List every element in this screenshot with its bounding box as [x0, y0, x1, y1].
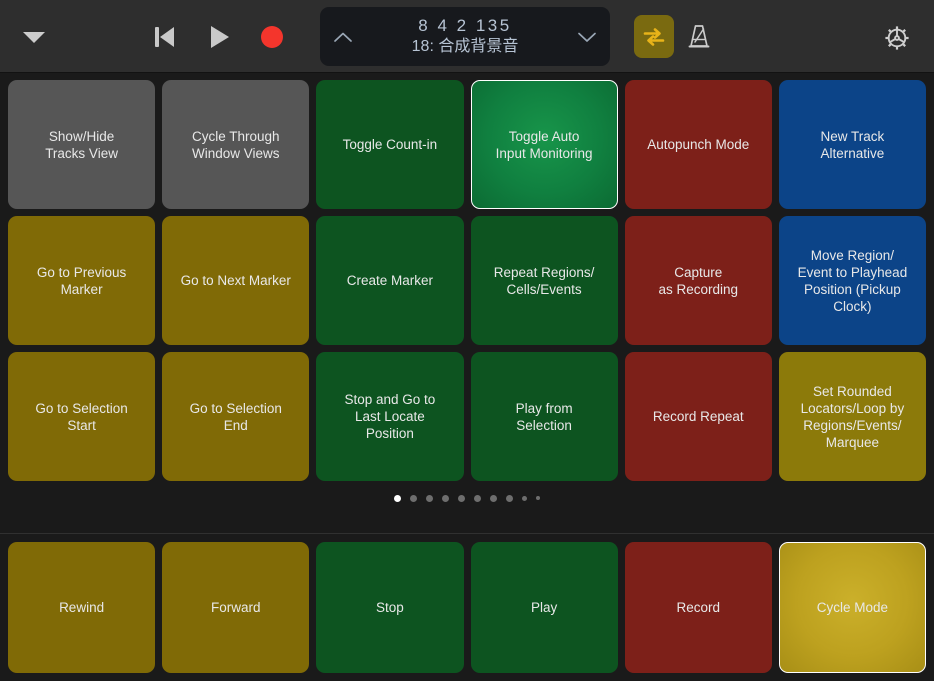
- lcd-position-value: 8 4 2 135: [418, 16, 512, 35]
- pad-repeat-regions-cells-events[interactable]: Repeat Regions/ Cells/Events: [470, 216, 618, 345]
- transport-pad-forward[interactable]: Forward: [162, 542, 310, 673]
- triangle-down-icon: [23, 31, 45, 43]
- transport-pad-grid: Rewind Forward Stop Play Record Cycle Mode: [8, 542, 926, 673]
- logic-remote-key-commands-screen: 8 4 2 135 18: 合成背景音 Show/Hide Tracks Vie…: [0, 0, 934, 681]
- settings-gear-button[interactable]: [878, 19, 916, 57]
- pad-go-to-next-marker[interactable]: Go to Next Marker: [162, 216, 310, 345]
- page-dot-6[interactable]: [474, 494, 481, 502]
- pad-new-track-alternative[interactable]: New Track Alternative: [778, 80, 926, 209]
- pad-autopunch-mode[interactable]: Autopunch Mode: [624, 80, 772, 209]
- lcd-up-chevron-button[interactable]: [332, 26, 354, 48]
- lcd-display[interactable]: 8 4 2 135 18: 合成背景音: [320, 7, 610, 66]
- cycle-loop-icon: [643, 27, 665, 46]
- page-dot-2[interactable]: [410, 494, 417, 502]
- pad-stop-and-go-to-last-locate-position[interactable]: Stop and Go to Last Locate Position: [316, 352, 464, 481]
- key-command-grid: Show/Hide Tracks View Cycle Through Windo…: [8, 80, 926, 481]
- pad-record-repeat[interactable]: Record Repeat: [624, 352, 772, 481]
- page-indicator[interactable]: [8, 484, 926, 512]
- page-dot-5[interactable]: [458, 494, 465, 502]
- page-dot-3[interactable]: [426, 494, 433, 502]
- page-dot-10[interactable]: [536, 496, 540, 500]
- pad-create-marker[interactable]: Create Marker: [316, 216, 464, 345]
- pad-toggle-auto-input-monitoring[interactable]: Toggle Auto Input Monitoring: [470, 80, 618, 209]
- transport-pad-bar: Rewind Forward Stop Play Record Cycle Mode: [0, 533, 934, 681]
- lcd-down-chevron-button[interactable]: [576, 26, 598, 48]
- pad-cycle-through-window-views[interactable]: Cycle Through Window Views: [162, 80, 310, 209]
- page-dot-7[interactable]: [490, 494, 497, 502]
- page-dot-4[interactable]: [442, 494, 449, 502]
- transport-pad-play[interactable]: Play: [470, 542, 618, 673]
- page-dot-1[interactable]: [394, 494, 401, 502]
- go-to-beginning-icon: [155, 26, 177, 48]
- control-bar: 8 4 2 135 18: 合成背景音: [0, 0, 934, 73]
- transport-pad-stop[interactable]: Stop: [316, 542, 464, 673]
- pad-go-to-previous-marker[interactable]: Go to Previous Marker: [8, 216, 156, 345]
- lcd-readout: 8 4 2 135 18: 合成背景音: [354, 16, 576, 57]
- key-command-grid-area: Show/Hide Tracks View Cycle Through Windo…: [0, 73, 934, 533]
- pad-toggle-count-in[interactable]: Toggle Count-in: [316, 80, 464, 209]
- pad-move-region-event-to-playhead-position-pickup-clock[interactable]: Move Region/ Event to Playhead Position …: [778, 216, 926, 345]
- transport-pad-record[interactable]: Record: [624, 542, 772, 673]
- pad-go-to-selection-end[interactable]: Go to Selection End: [162, 352, 310, 481]
- play-icon: [211, 26, 229, 48]
- record-button[interactable]: [254, 20, 290, 54]
- metronome-button[interactable]: [681, 18, 717, 56]
- transport-pad-cycle-mode[interactable]: Cycle Mode: [778, 542, 926, 673]
- pad-go-to-selection-start[interactable]: Go to Selection Start: [8, 352, 156, 481]
- transport-pad-rewind[interactable]: Rewind: [8, 542, 156, 673]
- disclosure-triangle-button[interactable]: [16, 22, 52, 52]
- page-dot-9[interactable]: [522, 495, 527, 501]
- page-dot-8[interactable]: [506, 494, 513, 502]
- pad-play-from-selection[interactable]: Play from Selection: [470, 352, 618, 481]
- pad-set-rounded-locators-loop-by-regions-events-marquee[interactable]: Set Rounded Locators/Loop by Regions/Eve…: [778, 352, 926, 481]
- lcd-track-name: 18: 合成背景音: [411, 38, 519, 55]
- play-button[interactable]: [202, 20, 238, 54]
- go-to-beginning-button[interactable]: [148, 20, 184, 54]
- cycle-toggle-button[interactable]: [634, 15, 674, 58]
- metronome-icon: [688, 25, 710, 48]
- pad-capture-as-recording[interactable]: Capture as Recording: [624, 216, 772, 345]
- chevron-down-icon: [578, 32, 596, 42]
- pad-show-hide-tracks-view[interactable]: Show/Hide Tracks View: [8, 80, 156, 209]
- gear-icon: [885, 26, 909, 50]
- record-icon: [261, 26, 283, 48]
- chevron-up-icon: [334, 32, 352, 42]
